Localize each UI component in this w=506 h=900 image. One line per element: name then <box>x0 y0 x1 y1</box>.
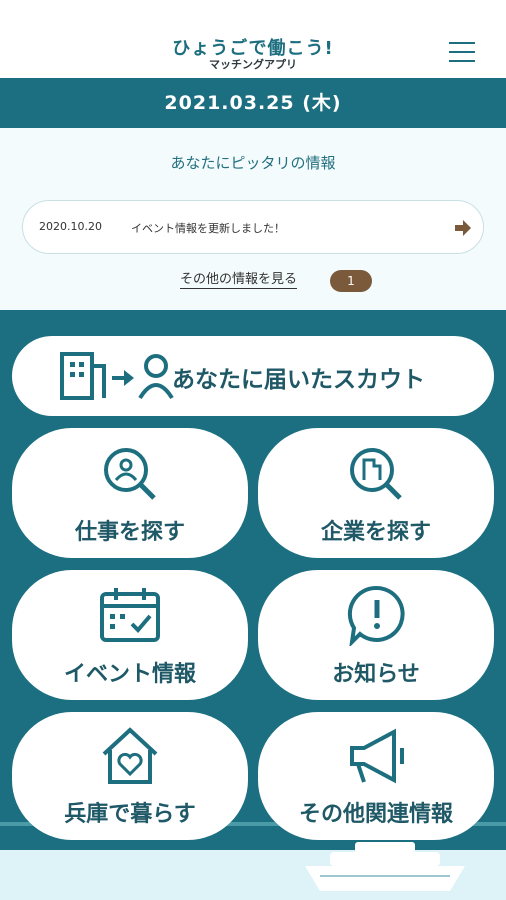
info-title: あなたにピッタリの情報 <box>170 154 336 172</box>
notification-bubble-icon <box>347 585 405 646</box>
scout-button[interactable]: あなたに届いたスカウト <box>12 336 494 416</box>
events-label: イベント情報 <box>63 662 196 687</box>
hamburger-icon <box>449 42 475 44</box>
news-date: 2020.10.20 <box>39 220 102 233</box>
find-companies-label: 企業を探す <box>320 520 431 545</box>
hamburger-menu-button[interactable] <box>445 38 481 66</box>
calendar-icon <box>100 588 160 642</box>
megaphone-icon <box>350 728 404 784</box>
other-info-label: その他関連情報 <box>298 802 453 827</box>
find-companies-button[interactable]: 企業を探す <box>258 428 494 558</box>
notices-label: お知らせ <box>332 662 420 687</box>
living-in-hyogo-label: 兵庫で暮らす <box>64 802 196 827</box>
find-jobs-button[interactable]: 仕事を探す <box>12 428 248 558</box>
hamburger-icon-line <box>449 60 475 62</box>
more-info-count-badge: 1 <box>330 270 372 292</box>
house-heart-icon <box>102 727 158 784</box>
news-item[interactable]: 2020.10.20 イベント情報を更新しました！ <box>22 200 484 254</box>
scout-label: あなたに届いたスカウト <box>172 367 425 393</box>
hamburger-icon-line <box>449 51 475 53</box>
ship-illustration <box>305 842 465 891</box>
arrow-right-icon <box>455 220 471 236</box>
search-person-icon <box>104 448 156 500</box>
events-button[interactable]: イベント情報 <box>12 570 248 700</box>
search-building-icon <box>350 448 402 500</box>
current-date: 2021.03.25 (木) <box>0 78 506 128</box>
more-info-link[interactable]: その他の情報を見る <box>180 272 298 289</box>
news-text: イベント情報を更新しました！ <box>131 222 285 235</box>
find-jobs-label: 仕事を探す <box>74 520 185 545</box>
info-section: あなたにピッタリの情報 2020.10.20 イベント情報を更新しました！ その… <box>0 128 506 310</box>
app-logo-subtitle: マッチングアプリ <box>209 58 297 71</box>
other-info-button[interactable]: その他関連情報 <box>258 712 494 840</box>
notices-button[interactable]: お知らせ <box>258 570 494 700</box>
scout-icon <box>60 352 174 400</box>
living-in-hyogo-button[interactable]: 兵庫で暮らす <box>12 712 248 840</box>
app-header: ひょうごで働こう! マッチングアプリ <box>0 0 506 78</box>
